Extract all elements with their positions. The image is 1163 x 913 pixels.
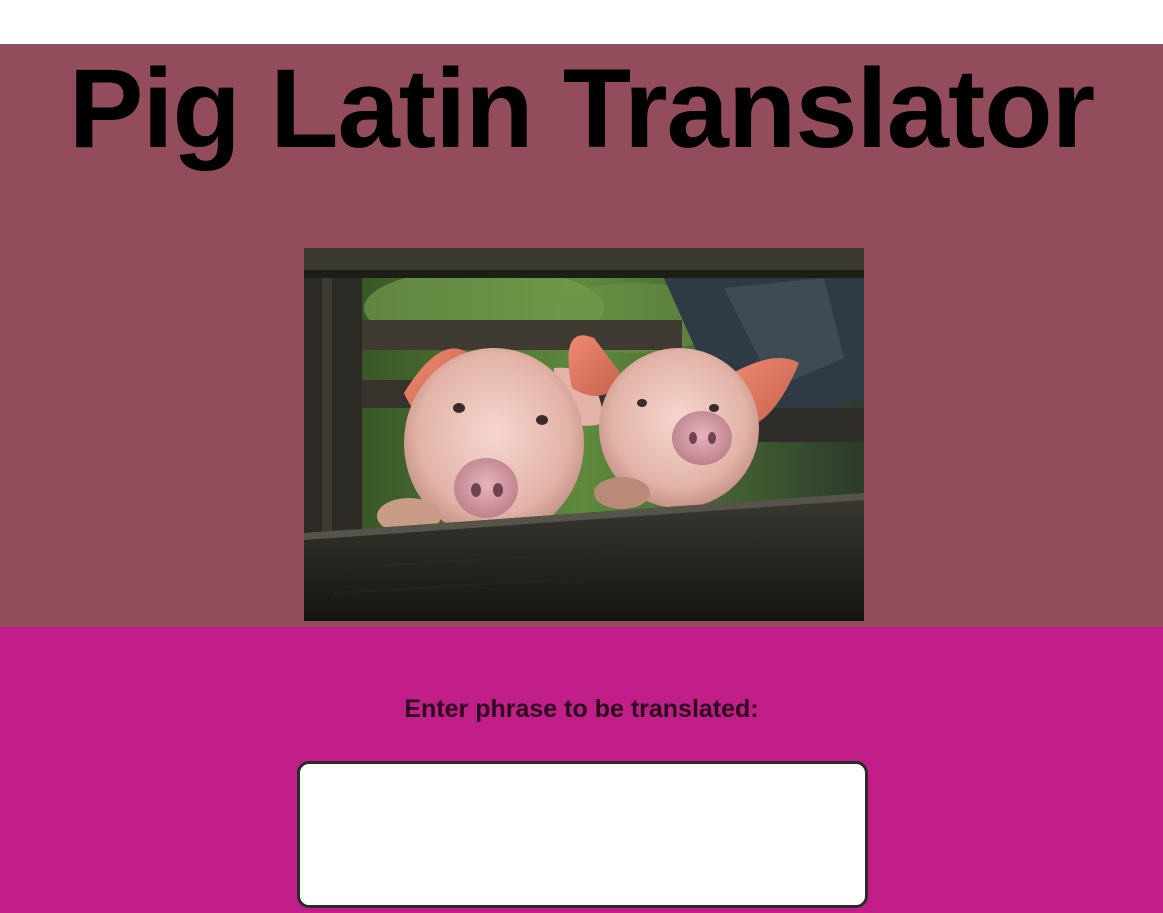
translator-section: Enter phrase to be translated: [0,627,1163,913]
page-title: Pig Latin Translator [68,46,1096,171]
page: Pig Latin Translator Enter phrase to be … [0,0,1163,913]
pig-photo [304,248,864,621]
phrase-input-label: Enter phrase to be translated: [404,695,759,723]
phrase-input[interactable] [297,761,868,908]
header-banner: Pig Latin Translator [0,44,1163,627]
